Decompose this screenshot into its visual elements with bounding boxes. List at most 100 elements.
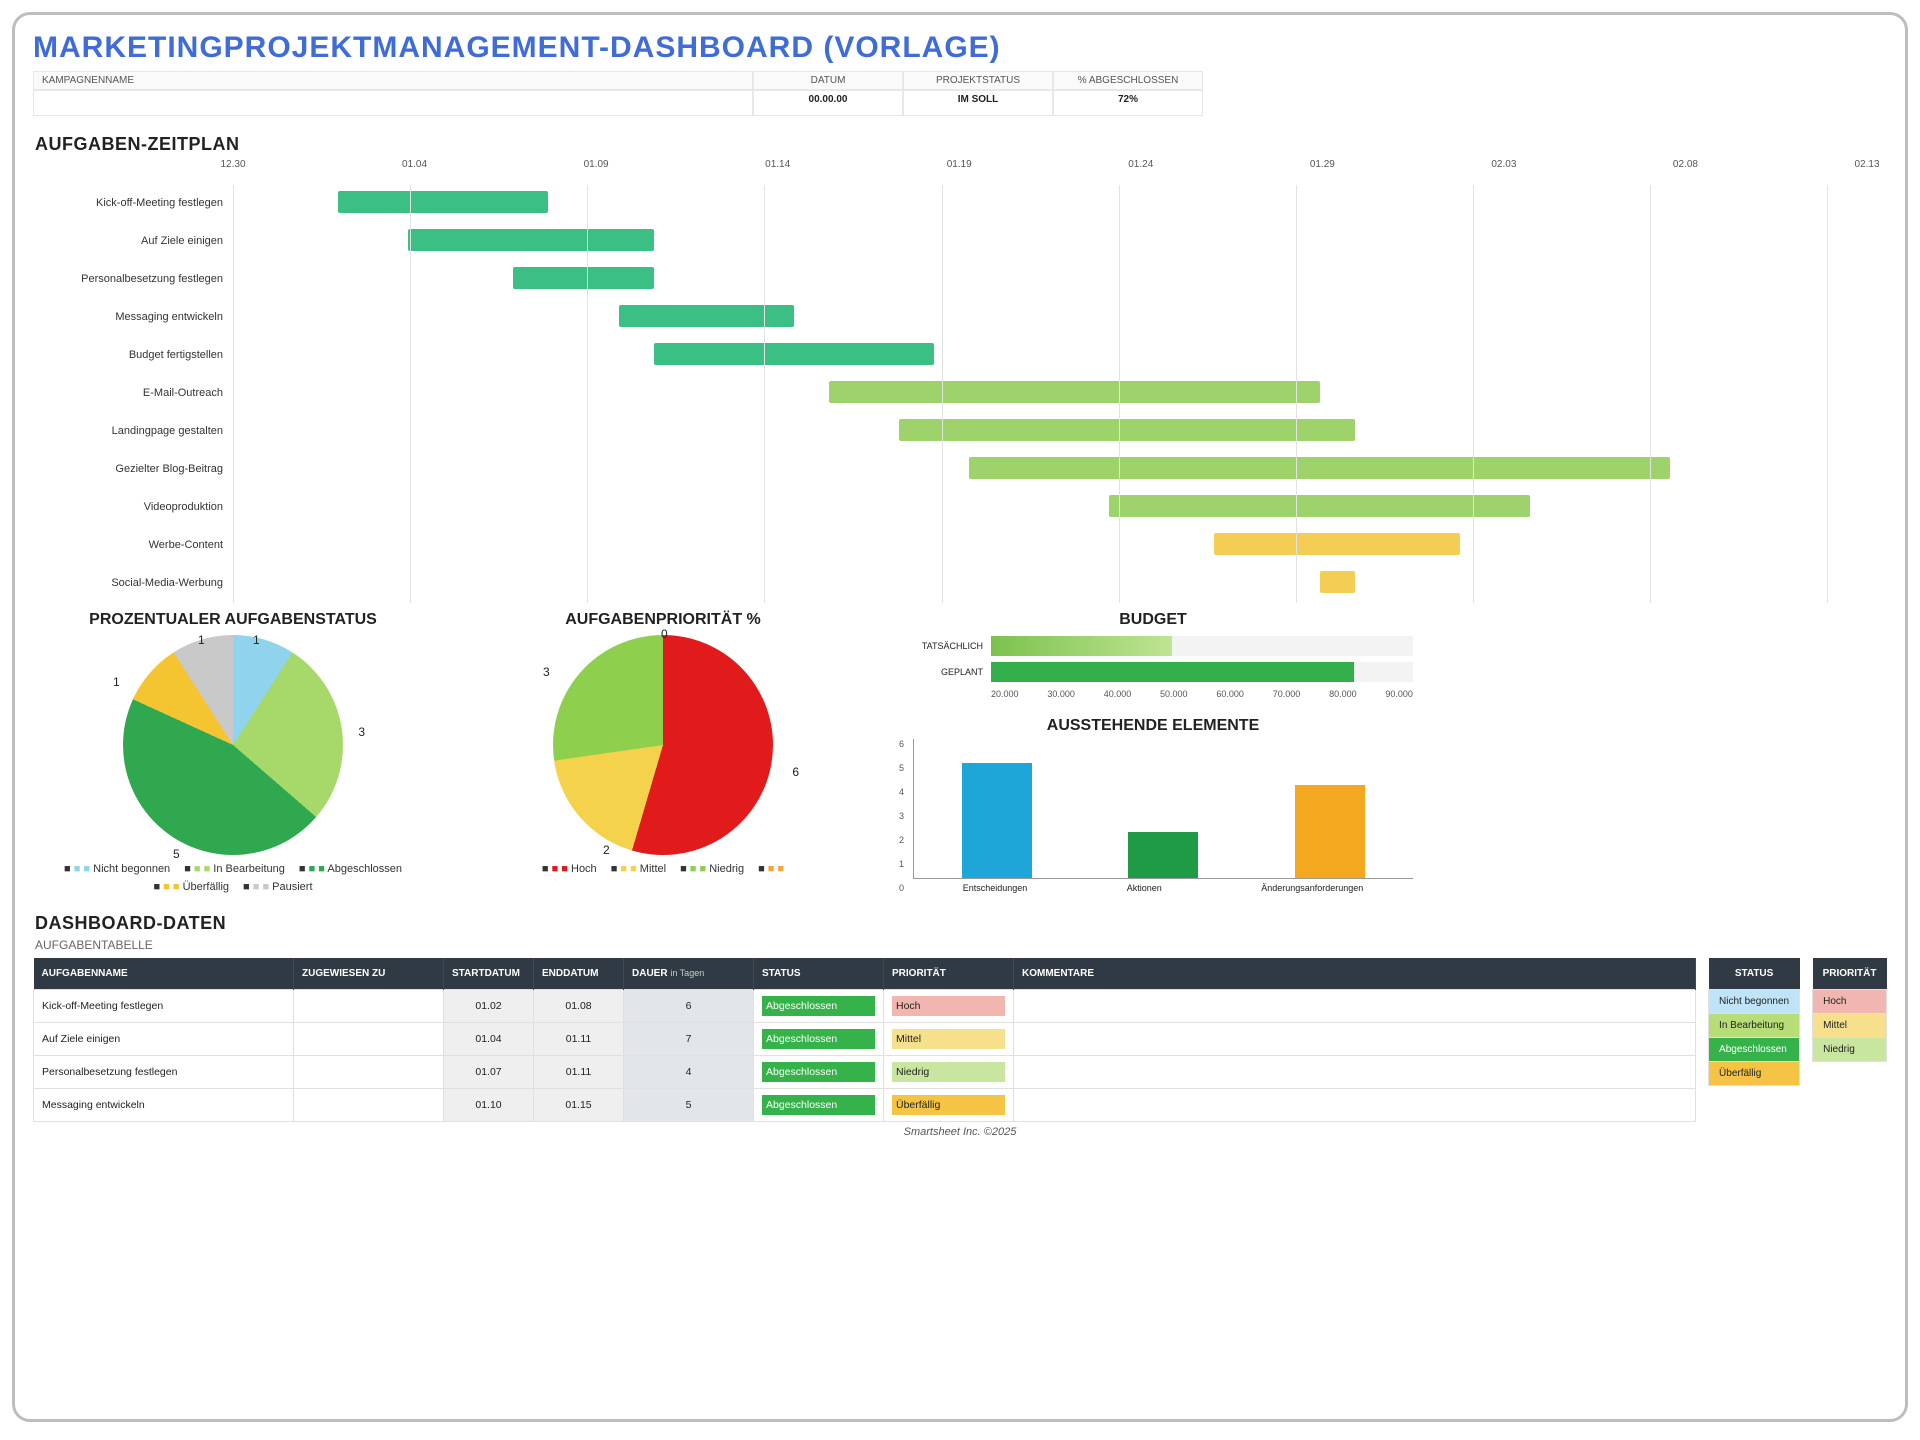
budget-axis: 20.00030.00040.00050.00060.00070.00080.0… [991, 689, 1413, 699]
table-cell-comments[interactable] [1014, 990, 1696, 1023]
hdr-name-value[interactable] [33, 90, 753, 116]
status-legend-notstarted: Nicht begonnen [1709, 990, 1800, 1014]
table-cell-comments[interactable] [1014, 1056, 1696, 1089]
prio-legend-high: Hoch [1813, 990, 1887, 1014]
table-cell-prio[interactable]: Hoch [884, 990, 1014, 1023]
th-status: STATUS [754, 958, 884, 990]
table-cell-status[interactable]: Abgeschlossen [754, 1056, 884, 1089]
pie1-lbl-e: 5 [173, 847, 180, 861]
bar-actions [1128, 832, 1198, 878]
pie1-lbl-a: 1 [253, 633, 260, 647]
bar-decisions [962, 763, 1032, 878]
budget-planned-label: GEPLANT [893, 667, 983, 677]
table-cell-task[interactable]: Personalbesetzung festlegen [34, 1056, 294, 1089]
table-cell-status[interactable]: Abgeschlossen [754, 1023, 884, 1056]
prio-legend-mid: Mittel [1813, 1014, 1887, 1038]
budget-title: BUDGET [893, 611, 1413, 629]
right-charts: BUDGET TATSÄCHLICH GEPLANT 20.00030.0004… [893, 611, 1413, 893]
table-cell-task[interactable]: Kick-off-Meeting festlegen [34, 990, 294, 1023]
header-values-row: 00.00.00 IM SOLL 72% [33, 90, 1887, 116]
table-cell-status[interactable]: Abgeschlossen [754, 990, 884, 1023]
table-cell-prio[interactable]: Überfällig [884, 1089, 1014, 1122]
pie1-lbl-b: 1 [198, 633, 205, 647]
table-cell-end[interactable]: 01.08 [534, 990, 624, 1023]
pie1-lbl-c: 1 [113, 675, 120, 689]
hdr-pct-label: % ABGESCHLOSSEN [1053, 71, 1203, 90]
footer-text: Smartsheet Inc. ©2025 [33, 1126, 1887, 1138]
th-comments: KOMMENTARE [1014, 958, 1696, 990]
th-task: AUFGABENNAME [34, 958, 294, 990]
pie1-lbl-d: 3 [358, 725, 365, 739]
pie2-lbl-b: 3 [543, 665, 550, 679]
th-prio: PRIORITÄT [884, 958, 1014, 990]
th-assigned: ZUGEWIESEN ZU [294, 958, 444, 990]
budget-planned-row: GEPLANT [893, 659, 1413, 685]
hdr-status-label: PROJEKTSTATUS [903, 71, 1053, 90]
prio-legend-low: Niedrig [1813, 1038, 1887, 1062]
priority-pie-box: AUFGABENPRIORITÄT % 0 3 2 6 ■ Hoch■ Mitt… [463, 611, 863, 875]
table-subtitle: AUFGABENTABELLE [35, 938, 1887, 952]
table-cell-comments[interactable] [1014, 1089, 1696, 1122]
page-title: MARKETINGPROJEKTMANAGEMENT-DASHBOARD (VO… [33, 31, 1887, 65]
status-legend-inprogress: In Bearbeitung [1709, 1014, 1800, 1038]
table-cell-dur[interactable]: 7 [624, 1023, 754, 1056]
table-cell-start[interactable]: 01.10 [444, 1089, 534, 1122]
th-end: ENDDATUM [534, 958, 624, 990]
hdr-status-value[interactable]: IM SOLL [903, 90, 1053, 116]
table-cell-start[interactable]: 01.02 [444, 990, 534, 1023]
status-legend-table: STATUS Nicht begonnen In Bearbeitung Abg… [1708, 958, 1800, 1086]
dashboard-frame: MARKETINGPROJEKTMANAGEMENT-DASHBOARD (VO… [12, 12, 1908, 1422]
table-cell-task[interactable]: Auf Ziele einigen [34, 1023, 294, 1056]
tables-row: AUFGABENNAME ZUGEWIESEN ZU STARTDATUM EN… [33, 958, 1887, 1122]
table-cell-task[interactable]: Messaging entwickeln [34, 1089, 294, 1122]
table-cell-assigned[interactable] [294, 990, 444, 1023]
priority-pie [553, 635, 773, 855]
gantt-chart: 12.3001.0401.0901.1401.1901.2401.2902.03… [33, 159, 1887, 599]
status-pie-box: PROZENTUALER AUFGABENSTATUS 1 1 1 3 5 ■ … [33, 611, 433, 893]
hdr-date-label: DATUM [753, 71, 903, 90]
table-cell-assigned[interactable] [294, 1023, 444, 1056]
outstanding-y-axis: 6543210 [899, 739, 904, 893]
table-cell-prio[interactable]: Niedrig [884, 1056, 1014, 1089]
outstanding-bars [913, 739, 1413, 879]
gantt-title: AUFGABEN-ZEITPLAN [35, 134, 1887, 155]
th-dur: DAUER in Tagen [624, 958, 754, 990]
table-cell-dur[interactable]: 5 [624, 1089, 754, 1122]
table-cell-comments[interactable] [1014, 1023, 1696, 1056]
data-section-title: DASHBOARD-DATEN [35, 913, 1887, 934]
pie2-lbl-c: 2 [603, 843, 610, 857]
table-cell-end[interactable]: 01.11 [534, 1023, 624, 1056]
charts-row: PROZENTUALER AUFGABENSTATUS 1 1 1 3 5 ■ … [33, 611, 1887, 893]
status-pie-title: PROZENTUALER AUFGABENSTATUS [33, 611, 433, 629]
pie2-lbl-a: 0 [661, 627, 668, 641]
task-table: AUFGABENNAME ZUGEWIESEN ZU STARTDATUM EN… [33, 958, 1696, 1122]
prio-legend-header: PRIORITÄT [1813, 958, 1887, 990]
hdr-date-value[interactable]: 00.00.00 [753, 90, 903, 116]
header-labels-row: KAMPAGNENNAME DATUM PROJEKTSTATUS % ABGE… [33, 71, 1887, 90]
bar-changes [1295, 785, 1365, 878]
hdr-name-label: KAMPAGNENNAME [33, 71, 753, 90]
table-cell-end[interactable]: 01.11 [534, 1056, 624, 1089]
status-legend-overdue: Überfällig [1709, 1062, 1800, 1086]
pie2-lbl-d: 6 [792, 765, 799, 779]
table-cell-start[interactable]: 01.04 [444, 1023, 534, 1056]
budget-actual-label: TATSÄCHLICH [893, 641, 983, 651]
status-legend-header: STATUS [1709, 958, 1800, 990]
outstanding-x-labels: Entscheidungen Aktionen Änderungsanforde… [913, 879, 1413, 893]
table-cell-dur[interactable]: 4 [624, 1056, 754, 1089]
prio-legend-table: PRIORITÄT Hoch Mittel Niedrig [1812, 958, 1887, 1062]
table-cell-assigned[interactable] [294, 1056, 444, 1089]
table-cell-end[interactable]: 01.15 [534, 1089, 624, 1122]
table-cell-start[interactable]: 01.07 [444, 1056, 534, 1089]
table-cell-assigned[interactable] [294, 1089, 444, 1122]
status-legend: ■ Nicht begonnen■ In Bearbeitung■ Abgesc… [33, 863, 433, 893]
hdr-pct-value[interactable]: 72% [1053, 90, 1203, 116]
th-start: STARTDATUM [444, 958, 534, 990]
table-cell-dur[interactable]: 6 [624, 990, 754, 1023]
status-pie [123, 635, 343, 855]
priority-legend: ■ Hoch■ Mittel■ Niedrig■ [463, 863, 863, 875]
table-cell-prio[interactable]: Mittel [884, 1023, 1014, 1056]
budget-actual-row: TATSÄCHLICH [893, 633, 1413, 659]
table-cell-status[interactable]: Abgeschlossen [754, 1089, 884, 1122]
outstanding-title: AUSSTEHENDE ELEMENTE [893, 717, 1413, 735]
